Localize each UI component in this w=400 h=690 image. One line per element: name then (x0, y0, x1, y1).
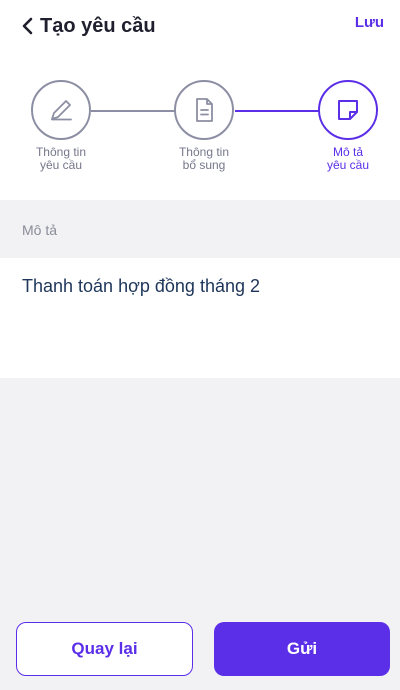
description-field[interactable]: Thanh toán hợp đồng tháng 2 (0, 258, 400, 378)
note-icon (338, 100, 358, 120)
step-3-circle (318, 80, 378, 140)
step-3[interactable]: Mô tả yêu cầu (308, 80, 388, 172)
step-1-label: Thông tin yêu cầu (35, 145, 87, 172)
pencil-icon (51, 100, 72, 121)
step-2-label: Thông tin bổ sung (178, 145, 230, 172)
back-nav-button[interactable]: Tạo yêu cầu (20, 8, 200, 44)
step-3-label: Mô tả yêu cầu (326, 145, 370, 172)
step-2[interactable]: Thông tin bổ sung (164, 80, 244, 172)
page-title: Tạo yêu cầu (40, 14, 156, 37)
description-label: Mô tả (22, 222, 58, 238)
step-1[interactable]: Thông tin yêu cầu (21, 80, 101, 172)
description-value: Thanh toán hợp đồng tháng 2 (22, 276, 260, 296)
step-connector (91, 110, 175, 112)
step-1-circle (31, 80, 91, 140)
send-button[interactable]: Gửi (214, 622, 390, 676)
content-area: Mô tả Thanh toán hợp đồng tháng 2 (0, 200, 400, 690)
back-button[interactable]: Quay lại (16, 622, 193, 676)
progress-stepper: Thông tin yêu cầu Thông tin bổ sung Mô t (0, 80, 400, 190)
step-2-circle (174, 80, 234, 140)
document-icon (196, 98, 213, 122)
step-connector (235, 110, 319, 112)
app-header: Tạo yêu cầu Lưu (0, 0, 400, 56)
chevron-left-icon (22, 17, 33, 35)
save-button[interactable]: Lưu (355, 14, 384, 31)
